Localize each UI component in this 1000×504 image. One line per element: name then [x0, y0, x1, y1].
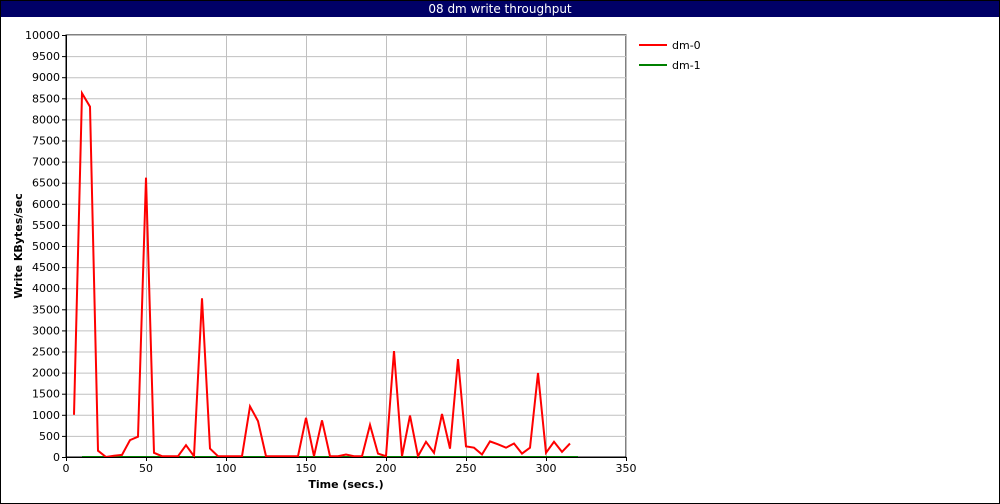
y-tick-label: 2500	[32, 346, 60, 359]
y-tick-label: 1500	[32, 388, 60, 401]
x-tick-label: 200	[376, 462, 397, 475]
x-tick-label: 300	[536, 462, 557, 475]
y-tick-label: 9500	[32, 50, 60, 63]
y-tick-label: 8500	[32, 92, 60, 105]
legend: dm-0 dm-1	[639, 39, 701, 72]
y-tick-label: 3500	[32, 303, 60, 316]
y-tick-label: 2000	[32, 367, 60, 380]
y-tick-label: 4000	[32, 282, 60, 295]
grid-lines	[66, 35, 627, 458]
chart-window: 08 dm write throughput 0 500 1000 1500 2000 2…	[0, 0, 1000, 504]
y-tick-label: 4500	[32, 261, 60, 274]
chart-svg: 0500100015002000250030003500400045005000…	[12, 29, 701, 491]
y-tick-label: 5500	[32, 219, 60, 232]
chart-title: 08 dm write throughput	[1, 1, 999, 17]
y-tick-label: 1000	[32, 409, 60, 422]
x-tick-label: 250	[456, 462, 477, 475]
y-tick-label: 10000	[25, 29, 60, 42]
y-axis-label: Write KBytes/sec	[12, 193, 25, 299]
y-tick-label: 3000	[32, 324, 60, 337]
y-tick-label: 500	[39, 430, 60, 443]
x-tick-label: 0	[63, 462, 70, 475]
legend-label-dm-1: dm-1	[672, 59, 701, 72]
y-tick-label: 7000	[32, 156, 60, 169]
x-tick-label: 50	[139, 462, 153, 475]
y-tick-label: 8000	[32, 113, 60, 126]
x-axis-label: Time (secs.)	[308, 478, 383, 491]
y-tick-label: 5000	[32, 240, 60, 253]
y-tick-label: 6500	[32, 177, 60, 190]
legend-label-dm-0: dm-0	[672, 39, 701, 52]
x-tick-label: 150	[296, 462, 317, 475]
x-tick-label: 350	[616, 462, 637, 475]
x-tick-label: 100	[216, 462, 237, 475]
y-tick-label: 6000	[32, 198, 60, 211]
y-tick-label: 0	[53, 451, 60, 464]
y-tick-label: 9000	[32, 71, 60, 84]
y-tick-label: 7500	[32, 135, 60, 148]
